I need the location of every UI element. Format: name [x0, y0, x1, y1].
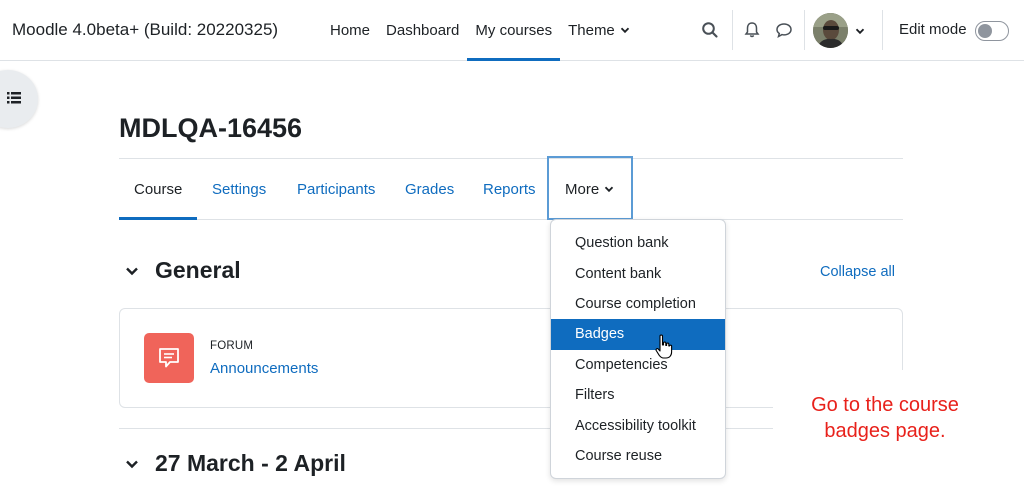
- primary-navigation: Home Dashboard My courses Theme: [322, 0, 638, 61]
- tab-settings[interactable]: Settings: [197, 159, 281, 219]
- nav-dashboard[interactable]: Dashboard: [378, 0, 467, 60]
- navbar-divider: [732, 10, 733, 50]
- menu-item-question-bank[interactable]: Question bank: [551, 228, 725, 258]
- toggle-knob: [978, 24, 992, 38]
- tab-settings-label: Settings: [212, 180, 267, 198]
- edit-mode-label: Edit mode: [899, 21, 967, 38]
- tab-participants[interactable]: Participants: [282, 159, 390, 219]
- hand-pointer-icon: [655, 334, 673, 359]
- nav-home[interactable]: Home: [322, 0, 378, 60]
- site-title[interactable]: Moodle 4.0beta+ (Build: 20220325): [12, 20, 278, 40]
- menu-item-course-completion[interactable]: Course completion: [551, 289, 725, 319]
- course-index-toggle[interactable]: [0, 70, 38, 128]
- annotation-line: Go to the course: [811, 394, 959, 416]
- collapse-all-link[interactable]: Collapse all: [820, 264, 895, 280]
- nav-dashboard-label: Dashboard: [386, 21, 460, 39]
- activity-type-label: FORUM: [210, 340, 254, 352]
- user-avatar[interactable]: [813, 13, 848, 48]
- section-heading-general[interactable]: General: [125, 257, 241, 284]
- tab-reports[interactable]: Reports: [468, 159, 551, 219]
- nav-my-courses[interactable]: My courses: [467, 0, 560, 61]
- top-navbar: Moodle 4.0beta+ (Build: 20220325) Home D…: [0, 0, 1024, 61]
- avatar-image: [813, 13, 848, 48]
- more-dropdown-menu: Question bank Content bank Course comple…: [550, 219, 726, 479]
- secondary-navigation: Course Settings Participants Grades Repo…: [119, 158, 903, 220]
- chat-icon[interactable]: [774, 20, 794, 40]
- tab-reports-label: Reports: [483, 180, 536, 198]
- annotation-line: badges page.: [824, 420, 946, 442]
- tab-participants-label: Participants: [297, 180, 376, 198]
- forum-icon: [144, 333, 194, 383]
- tab-course-label: Course: [134, 180, 183, 198]
- navbar-divider: [882, 10, 883, 50]
- menu-item-badges[interactable]: Badges: [551, 319, 725, 350]
- menu-item-accessibility-toolkit[interactable]: Accessibility toolkit: [551, 410, 725, 440]
- chevron-down-icon[interactable]: [855, 26, 865, 36]
- bell-icon[interactable]: [742, 20, 762, 40]
- chevron-down-icon: [620, 27, 629, 34]
- speech-bubble-icon: [159, 348, 179, 368]
- nav-my-courses-label: My courses: [475, 21, 553, 39]
- search-icon[interactable]: [700, 20, 720, 40]
- section-heading-week[interactable]: 27 March - 2 April: [125, 450, 346, 477]
- activity-name-link[interactable]: Announcements: [210, 360, 318, 377]
- chevron-down-icon: [126, 267, 138, 275]
- menu-item-course-reuse[interactable]: Course reuse: [551, 441, 725, 471]
- nav-theme[interactable]: Theme: [560, 0, 638, 60]
- menu-item-filters[interactable]: Filters: [551, 380, 725, 410]
- section-title: 27 March - 2 April: [155, 450, 346, 476]
- page-title: MDLQA-16456: [119, 113, 303, 143]
- annotation-callout: Go to the course badges page.: [790, 392, 980, 444]
- tab-course[interactable]: Course: [119, 159, 198, 220]
- menu-item-content-bank[interactable]: Content bank: [551, 258, 725, 288]
- nav-theme-label: Theme: [568, 21, 615, 39]
- section-title: General: [155, 257, 241, 283]
- tab-grades-label: Grades: [405, 180, 455, 198]
- navbar-divider: [804, 10, 805, 50]
- tab-grades[interactable]: Grades: [390, 159, 469, 219]
- list-icon: [7, 92, 21, 104]
- more-tab-highlight: [547, 156, 633, 220]
- menu-item-competencies[interactable]: Competencies: [551, 350, 725, 380]
- chevron-down-icon: [126, 460, 138, 468]
- edit-mode-toggle[interactable]: [975, 21, 1009, 41]
- nav-home-label: Home: [330, 21, 371, 39]
